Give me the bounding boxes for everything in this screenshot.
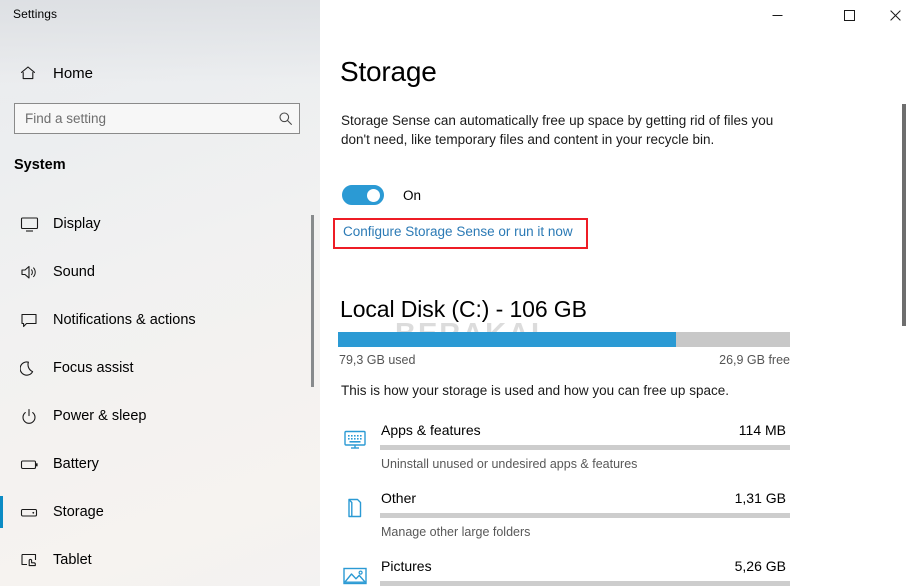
local-disk-title: Local Disk (C:) - 106 GB <box>340 296 587 323</box>
speaker-icon <box>17 264 41 281</box>
sidebar-item-tablet[interactable]: Tablet <box>0 536 300 584</box>
sidebar-item-label: Storage <box>53 504 104 520</box>
storage-drive-icon <box>17 504 41 521</box>
storage-category-item[interactable]: Apps & features 114 MB Uninstall unused … <box>320 416 790 484</box>
main-scrollbar-thumb[interactable] <box>902 104 906 326</box>
main-content: Storage Storage Sense can automatically … <box>320 30 918 586</box>
sidebar-item-label: Battery <box>53 456 99 472</box>
category-name: Apps & features <box>381 422 481 438</box>
sidebar-nav-list: Display Sound <box>0 200 320 584</box>
sidebar-item-sound[interactable]: Sound <box>0 248 300 296</box>
apps-features-icon <box>340 425 370 455</box>
minimize-icon <box>772 10 783 21</box>
sidebar-item-storage[interactable]: Storage <box>0 488 300 536</box>
selection-accent <box>0 496 3 528</box>
picture-icon <box>340 561 370 586</box>
sidebar-item-label: Focus assist <box>53 360 134 376</box>
toggle-state-label: On <box>403 188 421 203</box>
sidebar-item-battery[interactable]: Battery <box>0 440 300 488</box>
sidebar-item-focus-assist[interactable]: Focus assist <box>0 344 300 392</box>
category-size: 1,31 GB <box>735 490 786 506</box>
category-name: Pictures <box>381 558 432 574</box>
maximize-icon <box>844 10 855 21</box>
sidebar-item-label: Tablet <box>53 552 92 568</box>
window-title: Settings <box>13 7 57 21</box>
category-size: 114 MB <box>739 422 786 438</box>
category-usage-bar <box>380 445 790 450</box>
sidebar-item-display[interactable]: Display <box>0 200 300 248</box>
power-icon <box>17 408 41 425</box>
category-usage-bar <box>380 581 790 586</box>
title-bar: Settings <box>0 0 918 30</box>
storage-sense-toggle[interactable] <box>342 185 384 205</box>
moon-icon <box>17 360 41 377</box>
page-title: Storage <box>340 56 437 88</box>
configure-storage-sense-link[interactable]: Configure Storage Sense or run it now <box>343 224 573 239</box>
toggle-knob <box>367 189 380 202</box>
home-icon <box>17 64 39 82</box>
storage-category-list: Apps & features 114 MB Uninstall unused … <box>320 416 918 586</box>
category-subtitle: Uninstall unused or undesired apps & fea… <box>381 457 637 471</box>
disk-usage-bar <box>338 332 790 347</box>
disk-free-label: 26,9 GB free <box>320 353 790 367</box>
sidebar-item-label: Notifications & actions <box>53 312 196 328</box>
storage-sense-description: Storage Sense can automatically free up … <box>341 111 781 149</box>
sidebar-item-label: Power & sleep <box>53 408 147 424</box>
maximize-button[interactable] <box>826 0 872 30</box>
chat-bubble-icon <box>17 312 41 329</box>
sidebar-item-label: Display <box>53 216 101 232</box>
folder-icon <box>340 493 370 523</box>
minimize-button[interactable] <box>754 0 800 30</box>
storage-sense-toggle-row[interactable]: On <box>342 185 421 205</box>
search-icon[interactable] <box>271 111 299 126</box>
sidebar-section-title: System <box>14 157 66 173</box>
search-box[interactable] <box>14 103 300 134</box>
storage-category-item[interactable]: Pictures 5,26 GB Manage the Pictures fol… <box>320 552 790 586</box>
disk-usage-bar-fill <box>338 332 676 347</box>
category-size: 5,26 GB <box>735 558 786 574</box>
settings-window: Home System Display <box>0 0 918 586</box>
sidebar-scrollbar-thumb[interactable] <box>311 215 314 387</box>
storage-category-item[interactable]: Other 1,31 GB Manage other large folders <box>320 484 790 552</box>
sidebar-item-power-sleep[interactable]: Power & sleep <box>0 392 300 440</box>
monitor-icon <box>17 216 41 233</box>
close-icon <box>890 10 901 21</box>
sidebar-item-home[interactable]: Home <box>0 57 300 89</box>
sidebar-item-label: Sound <box>53 264 95 280</box>
category-subtitle: Manage other large folders <box>381 525 530 539</box>
battery-icon <box>17 456 41 473</box>
search-input[interactable] <box>15 104 271 133</box>
sidebar-item-notifications[interactable]: Notifications & actions <box>0 296 300 344</box>
sidebar: Home System Display <box>0 0 320 586</box>
home-label: Home <box>53 65 93 82</box>
tablet-touch-icon <box>17 552 41 569</box>
category-name: Other <box>381 490 416 506</box>
close-button[interactable] <box>872 0 918 30</box>
storage-howto-text: This is how your storage is used and how… <box>341 383 729 398</box>
category-usage-bar <box>380 513 790 518</box>
